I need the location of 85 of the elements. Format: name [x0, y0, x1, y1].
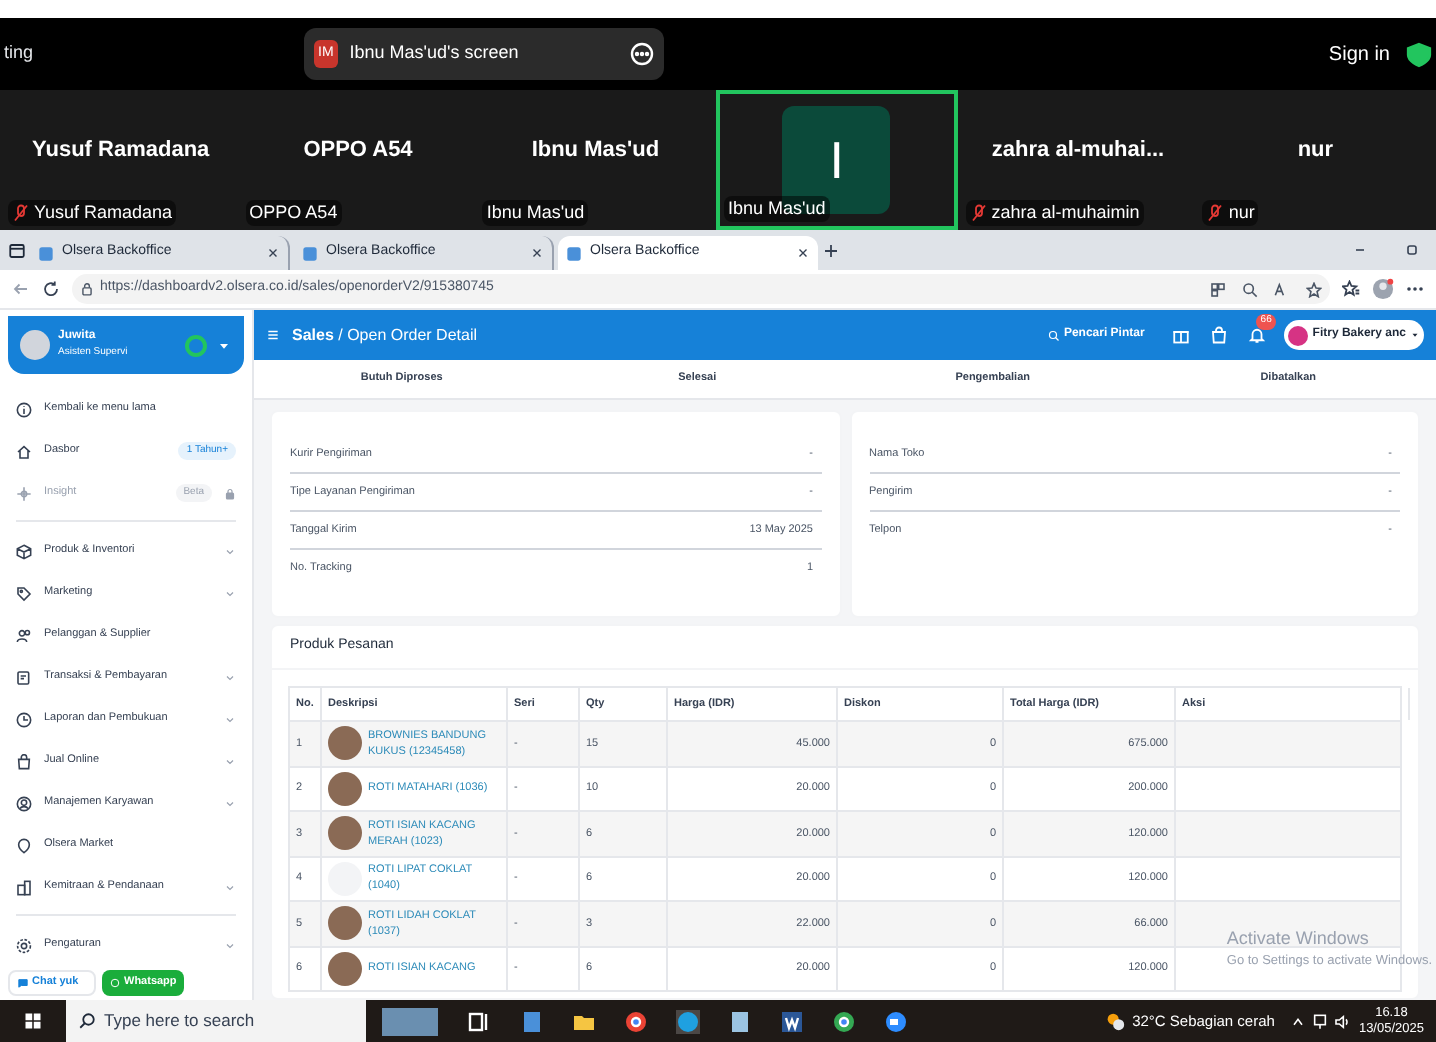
- bag-icon: [16, 753, 32, 769]
- participant-name: Yusuf Ramadana: [32, 135, 210, 166]
- home-icon: [16, 443, 32, 459]
- avatar-icon: [20, 330, 50, 360]
- participant-tile[interactable]: I Ibnu Mas'ud: [716, 90, 958, 230]
- chevron-down-icon: [224, 939, 236, 951]
- weather-widget-picture: [382, 1007, 438, 1035]
- clock-icon: [16, 711, 32, 727]
- participant-name: nur: [1297, 135, 1334, 166]
- sign-in-button[interactable]: Sign in: [1328, 39, 1390, 69]
- read-aloud-icon[interactable]: [1274, 281, 1290, 297]
- site-favicon: [302, 245, 318, 261]
- caret-icon: [1410, 330, 1420, 340]
- participant-tile[interactable]: zahra al-muhai... zahra al-muhaimin: [961, 90, 1195, 230]
- chevron-down-icon: [224, 797, 236, 809]
- word-icon[interactable]: [780, 1009, 804, 1033]
- close-icon[interactable]: [796, 246, 810, 260]
- participant-label: OPPO A54: [249, 199, 338, 225]
- breadcrumb: Sales / Open Order Detail: [292, 323, 477, 347]
- shield-icon: [1406, 41, 1432, 67]
- profile-icon[interactable]: [1372, 278, 1394, 300]
- participant-name: OPPO A54: [303, 135, 413, 166]
- favorites-icon[interactable]: [1342, 280, 1360, 298]
- lock-icon: [80, 282, 94, 296]
- user-circle-icon: [16, 795, 32, 811]
- more-icon[interactable]: [630, 42, 654, 66]
- crosshair-icon: [16, 485, 32, 501]
- meeting-title: ting: [4, 40, 36, 67]
- progress-ring-icon: [184, 333, 208, 357]
- chevron-down-icon: [224, 671, 236, 683]
- favorite-icon[interactable]: [1306, 281, 1322, 297]
- close-icon[interactable]: [266, 246, 280, 260]
- participant-label: zahra al-muhaimin: [991, 199, 1140, 225]
- participant-tile[interactable]: OPPO A54 OPPO A54: [241, 90, 475, 230]
- participant-tile[interactable]: Ibnu Mas'ud Ibnu Mas'ud: [478, 90, 713, 230]
- store-logo-icon: [1288, 325, 1309, 345]
- tab-actions-icon[interactable]: [8, 241, 26, 259]
- participant-tile[interactable]: Yusuf Ramadana Yusuf Ramadana: [4, 90, 238, 230]
- participant-label: Ibnu Mas'ud: [728, 195, 826, 221]
- reload-icon[interactable]: [42, 280, 60, 298]
- video-call-icon[interactable]: [884, 1009, 908, 1033]
- chevron-down-icon: [224, 755, 236, 767]
- site-favicon: [566, 245, 582, 261]
- whatsapp-icon: [110, 978, 120, 988]
- restore-icon[interactable]: [1404, 242, 1420, 258]
- activation-title: Activate Windows: [1226, 925, 1371, 952]
- participant-name: Ibnu Mas'ud: [531, 135, 660, 166]
- pin-icon: [16, 837, 32, 853]
- chevron-down-icon: [224, 881, 236, 893]
- speaker-icon[interactable]: [1334, 1013, 1351, 1029]
- search-icon: [1047, 329, 1060, 341]
- participant-label: nur: [1228, 199, 1255, 225]
- taskbar-search-field[interactable]: Type here to search: [66, 1000, 366, 1042]
- menu-icon[interactable]: [266, 328, 280, 342]
- close-icon[interactable]: [530, 246, 544, 260]
- site-favicon: [38, 245, 54, 261]
- chevron-down-icon: [224, 545, 236, 557]
- start-icon[interactable]: [24, 1012, 42, 1030]
- users-icon: [16, 627, 32, 643]
- chat-icon: [18, 978, 28, 988]
- info-icon: [16, 401, 32, 417]
- tag-icon: [16, 585, 32, 601]
- shopping-bag-icon[interactable]: [1210, 326, 1229, 344]
- task-view-icon[interactable]: [468, 1009, 492, 1033]
- app-grid-icon[interactable]: [1210, 281, 1226, 297]
- weather-icon: [1104, 1010, 1127, 1032]
- back-icon[interactable]: [12, 280, 30, 298]
- participant-label: Ibnu Mas'ud: [486, 199, 585, 225]
- zoom-icon[interactable]: [1242, 281, 1258, 297]
- screen-share-label: Ibnu Mas'ud's screen: [349, 40, 521, 67]
- building-icon: [16, 879, 32, 895]
- new-tab-icon[interactable]: [822, 241, 840, 259]
- search-icon: [78, 1012, 96, 1030]
- network-icon[interactable]: [1312, 1013, 1329, 1029]
- box-icon: [16, 543, 32, 559]
- notification-icon[interactable]: [1248, 326, 1267, 344]
- chevron-up-icon[interactable]: [1290, 1013, 1307, 1029]
- participant-tile[interactable]: nur nur: [1198, 90, 1433, 230]
- receipt-icon: [16, 669, 32, 685]
- settings-icon: [16, 937, 32, 953]
- chevron-down-icon: [224, 713, 236, 725]
- lock-icon: [224, 487, 236, 499]
- participant-name: zahra al-muhai...: [991, 135, 1165, 166]
- participant-label: Yusuf Ramadana: [34, 199, 173, 225]
- chevron-down-icon: [224, 587, 236, 599]
